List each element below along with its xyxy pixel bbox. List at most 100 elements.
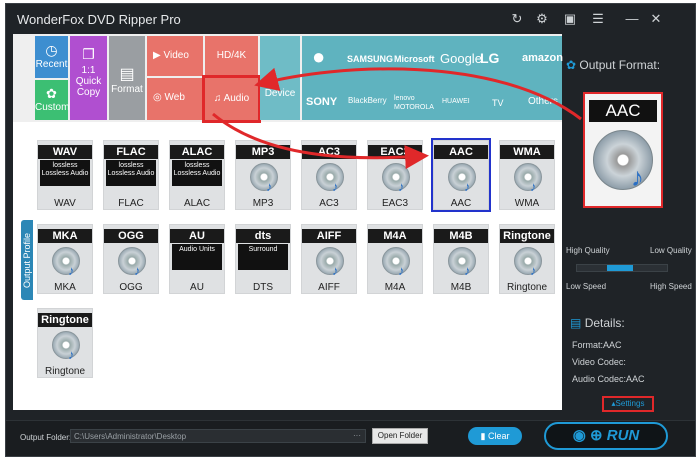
format-code: WAV bbox=[38, 145, 92, 159]
format-name: DTS bbox=[253, 282, 273, 293]
brand-google[interactable]: Google bbox=[440, 51, 482, 66]
output-folder-field[interactable]: C:\Users\Administrator\Desktop ··· bbox=[70, 429, 366, 443]
format-code: AU bbox=[170, 229, 224, 243]
apple-icon[interactable]: ● bbox=[312, 44, 325, 70]
disc-icon bbox=[514, 163, 542, 191]
recent-tab[interactable]: ◷ Recent bbox=[35, 36, 68, 78]
device-tab[interactable]: Device bbox=[260, 36, 300, 120]
app-title: WonderFox DVD Ripper Pro bbox=[17, 12, 181, 27]
brand-lenovo[interactable]: lenovo MOTOROLA bbox=[394, 94, 436, 112]
close-icon[interactable]: ✕ bbox=[648, 11, 664, 27]
brand-tv[interactable]: TV bbox=[492, 98, 504, 108]
format-name: EAC3 bbox=[381, 198, 409, 209]
disc-icon bbox=[250, 163, 278, 191]
brand-sony[interactable]: SONY bbox=[306, 96, 337, 108]
headphones-icon: ♫ bbox=[213, 93, 222, 104]
output-profile-tab[interactable]: Output Profile bbox=[21, 220, 33, 300]
recent-label: Recent bbox=[35, 59, 68, 70]
refresh-icon[interactable]: ↻ bbox=[509, 11, 525, 27]
disc-icon bbox=[382, 163, 410, 191]
web-tab[interactable]: ◎ Web bbox=[147, 78, 203, 120]
format-name: AAC bbox=[450, 198, 472, 209]
bottom-bar: Output Folder: C:\Users\Administrator\De… bbox=[6, 420, 695, 456]
open-folder-button[interactable]: Open Folder bbox=[372, 428, 428, 444]
output-format-heading: ✿ Output Format: bbox=[566, 58, 660, 72]
brands-area: ● SAMSUNG Microsoft Google LG amazon SON… bbox=[302, 36, 563, 120]
low-quality-label: Low Quality bbox=[650, 246, 692, 255]
disc-icon bbox=[448, 247, 476, 275]
disc-icon bbox=[118, 247, 146, 275]
format-code: FLAC bbox=[104, 145, 158, 159]
clear-button[interactable]: ▮ Clear bbox=[468, 427, 522, 445]
audio-tab[interactable]: ♫ Audio bbox=[202, 75, 261, 123]
disc-icon bbox=[593, 130, 653, 190]
brand-amazon[interactable]: amazon bbox=[522, 52, 563, 64]
format-name: MKA bbox=[54, 282, 76, 293]
music-note-icon: ♪ bbox=[68, 347, 75, 362]
format-code: M4A bbox=[368, 229, 422, 243]
format-name: ALAC bbox=[183, 198, 211, 209]
format-code: ALAC bbox=[170, 145, 224, 159]
format-code: AIFF bbox=[302, 229, 356, 243]
music-note-icon: ♪ bbox=[398, 263, 405, 278]
settings-button[interactable]: ▴Settings bbox=[602, 396, 654, 412]
run-button[interactable]: ◉ ⊕ RUN bbox=[544, 422, 668, 450]
app-window: WonderFox DVD Ripper Pro ↻ ⚙ ▣ ☰ — ✕ ◷ R… bbox=[5, 3, 696, 457]
format-name: OGG bbox=[119, 282, 143, 293]
format-code: EAC3 bbox=[368, 145, 422, 159]
brand-lg[interactable]: LG bbox=[480, 50, 499, 66]
format-tab[interactable]: ▤ Format bbox=[109, 36, 145, 120]
music-note-icon: ♪ bbox=[398, 179, 405, 194]
output-format-preview[interactable]: AAC ♪ bbox=[583, 92, 663, 208]
feedback-icon[interactable]: ▣ bbox=[562, 11, 578, 27]
brand-samsung[interactable]: SAMSUNG bbox=[347, 54, 393, 64]
web-label: Web bbox=[164, 92, 185, 103]
quick-copy-tab[interactable]: ❐ 1:1 Quick Copy bbox=[70, 36, 107, 120]
disc-icon bbox=[514, 247, 542, 275]
hd-tab[interactable]: HD/4K bbox=[205, 36, 258, 76]
output-format-label: Output Format: bbox=[579, 58, 661, 72]
details-icon: ▤ bbox=[570, 316, 582, 330]
quality-slider[interactable] bbox=[576, 264, 668, 272]
settings-icon[interactable]: ⚙ bbox=[534, 11, 550, 27]
browser-icon: ◎ bbox=[153, 92, 162, 103]
music-note-icon: ♪ bbox=[464, 179, 471, 194]
preview-code: AAC bbox=[589, 100, 657, 122]
format-code: OGG bbox=[104, 229, 158, 243]
music-note-icon: ♪ bbox=[332, 263, 339, 278]
custom-tab[interactable]: ✿ Custom bbox=[35, 80, 69, 120]
minimize-icon[interactable]: — bbox=[624, 11, 640, 27]
output-folder-value: C:\Users\Administrator\Desktop bbox=[74, 432, 187, 441]
device-label: Device bbox=[264, 88, 296, 99]
clear-label: Clear bbox=[487, 431, 510, 441]
brand-others[interactable]: Others bbox=[528, 96, 558, 107]
format-code: dts bbox=[236, 229, 290, 243]
quick-copy-label: 1:1 Quick Copy bbox=[75, 65, 102, 98]
title-bar: WonderFox DVD Ripper Pro ↻ ⚙ ▣ ☰ — ✕ bbox=[6, 4, 695, 34]
browse-button[interactable]: ··· bbox=[353, 431, 361, 440]
format-label: Format bbox=[111, 84, 143, 95]
music-note-icon: ♪ bbox=[631, 162, 644, 192]
run-icon: ◉ ⊕ bbox=[572, 427, 603, 444]
clock-icon: ◷ bbox=[45, 42, 58, 58]
music-note-icon: ♪ bbox=[530, 263, 537, 278]
high-quality-label: High Quality bbox=[566, 246, 610, 255]
video-tab[interactable]: ▶ Video bbox=[147, 36, 203, 76]
disc-icon bbox=[316, 247, 344, 275]
music-note-icon: ♪ bbox=[266, 179, 273, 194]
format-subtitle: lossless Lossless Audio bbox=[106, 160, 156, 186]
menu-icon[interactable]: ☰ bbox=[590, 11, 606, 27]
music-note-icon: ♪ bbox=[332, 179, 339, 194]
brand-huawei[interactable]: HUAWEI bbox=[442, 98, 470, 105]
format-name: AC3 bbox=[319, 198, 339, 209]
play-icon: ▶ bbox=[153, 50, 161, 61]
brand-microsoft[interactable]: Microsoft bbox=[394, 54, 435, 64]
format-code: WMA bbox=[500, 145, 554, 159]
brand-blackberry[interactable]: BlackBerry bbox=[348, 96, 387, 105]
detail-audio-codec: Audio Codec:AAC bbox=[572, 374, 645, 384]
quality-slider-handle[interactable] bbox=[607, 265, 633, 271]
disc-icon bbox=[316, 163, 344, 191]
format-name: M4A bbox=[384, 282, 406, 293]
music-note-icon: ♪ bbox=[134, 263, 141, 278]
format-name: WAV bbox=[54, 198, 76, 209]
